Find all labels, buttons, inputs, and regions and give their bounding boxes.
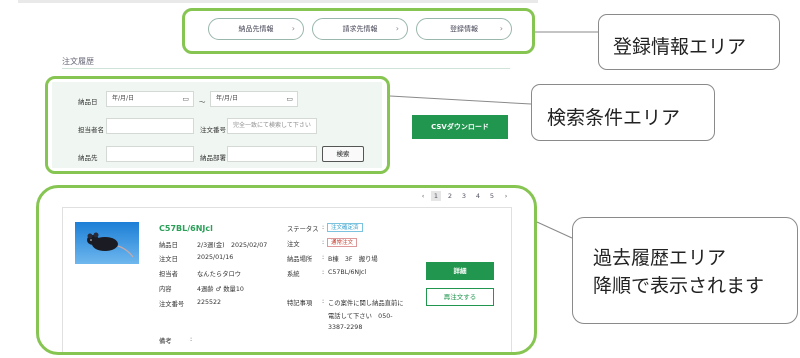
registration-callout-text: 登録情報エリア <box>613 36 747 58</box>
registration-callout: 登録情報エリア <box>598 14 780 70</box>
history-area-highlight <box>36 185 537 355</box>
history-callout-line1: 過去履歴エリア <box>593 247 727 269</box>
search-callout-text: 検索条件エリア <box>547 107 681 129</box>
history-callout: 過去履歴エリア 降順で表示されます <box>572 217 798 324</box>
history-callout-line2: 降順で表示されます <box>593 275 765 297</box>
search-area-highlight <box>45 76 390 174</box>
search-callout: 検索条件エリア <box>531 84 715 141</box>
csv-download-button[interactable]: CSVダウンロード <box>412 115 508 139</box>
top-divider <box>18 0 538 3</box>
page-title: 注文履歴 <box>62 57 94 66</box>
section-divider <box>62 68 510 69</box>
registration-area-highlight <box>182 8 535 54</box>
